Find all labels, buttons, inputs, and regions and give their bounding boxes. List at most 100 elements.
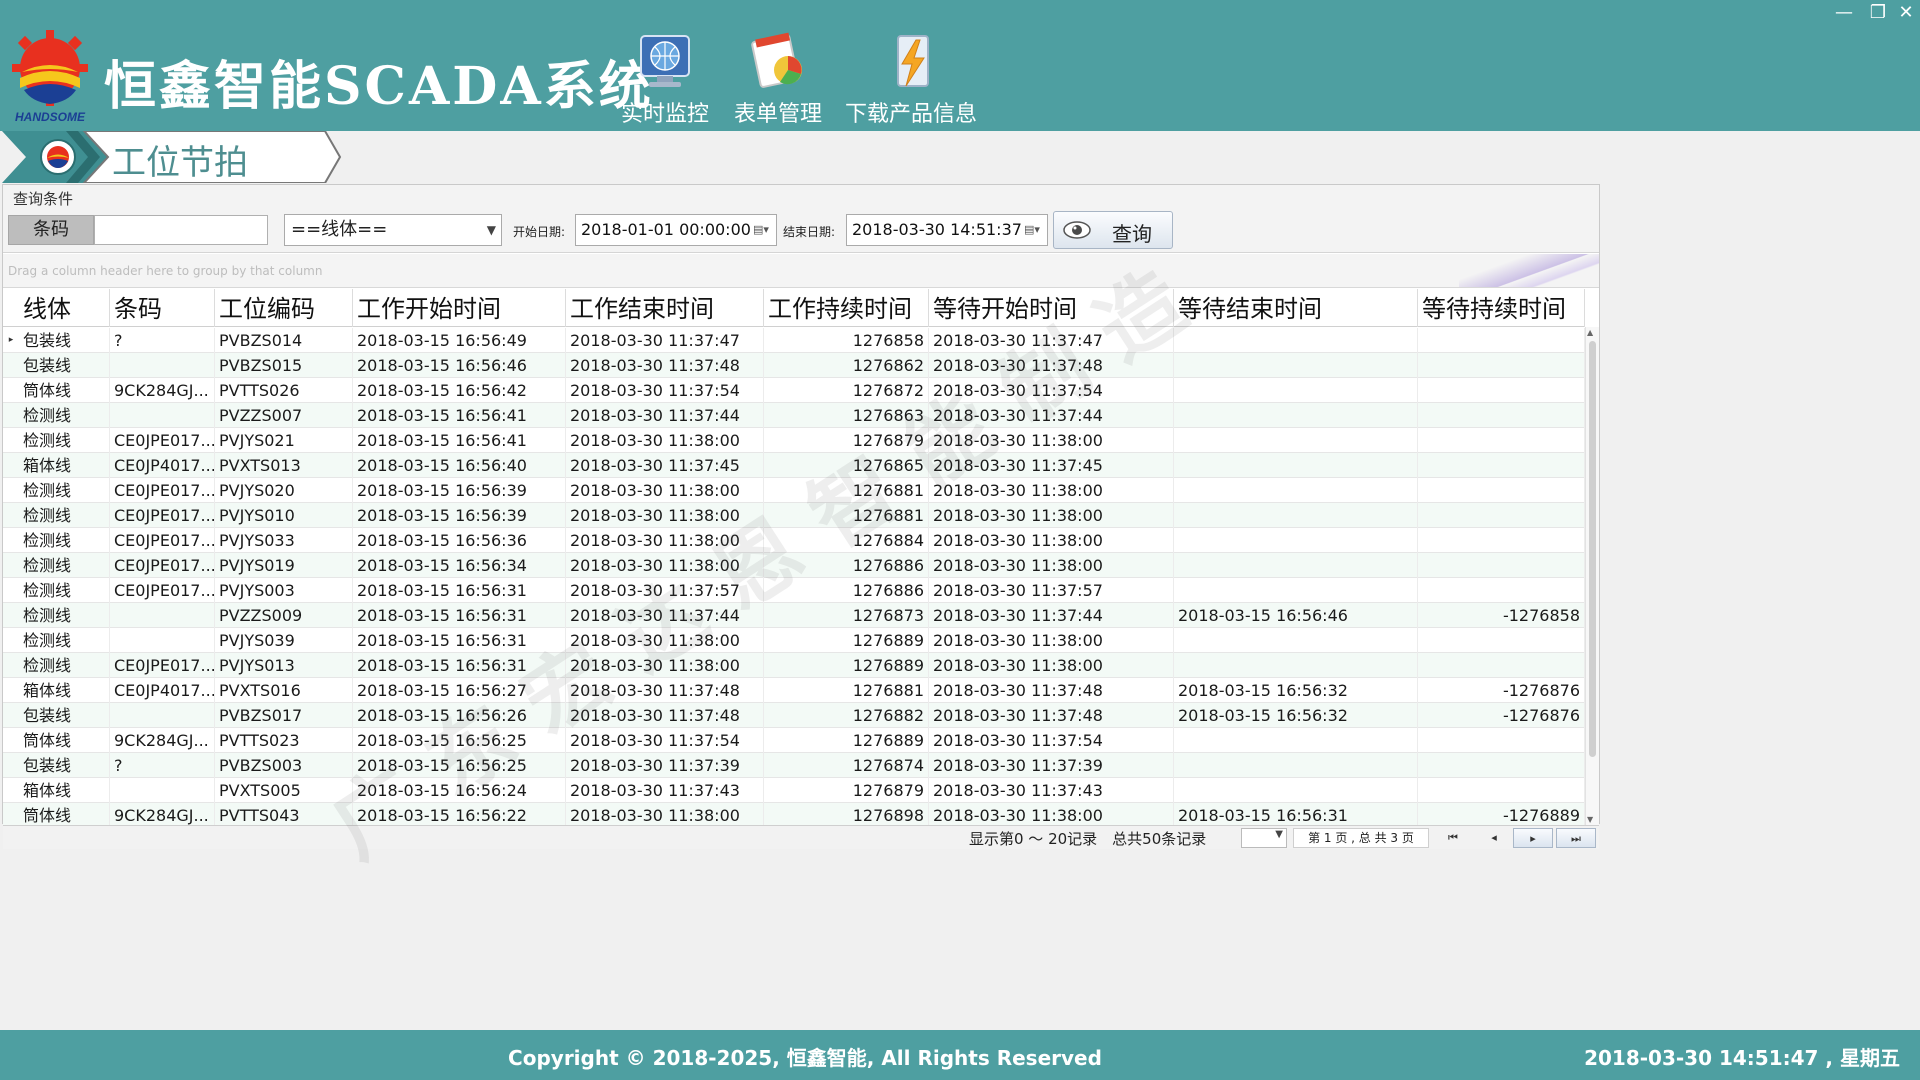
table-cell[interactable]: 1276886 [764,553,929,578]
table-cell[interactable]: 1276886 [764,578,929,603]
table-cell[interactable]: 2018-03-30 11:38:00 [566,653,764,678]
table-cell[interactable]: 包装线 [19,353,110,378]
table-cell[interactable]: 2018-03-15 16:56:24 [353,778,566,803]
table-cell[interactable] [1418,453,1585,478]
prev-page-button[interactable]: ◂ [1474,828,1514,848]
table-cell[interactable]: 2018-03-30 11:37:43 [929,778,1174,803]
table-cell[interactable] [1174,453,1418,478]
table-row[interactable]: 检测线 CE0JPE017... PVJYS033 2018-03-15 16:56:… [3,528,1585,553]
table-cell[interactable]: 1276884 [764,528,929,553]
table-cell[interactable]: 1276873 [764,603,929,628]
table-cell[interactable]: 检测线 [19,403,110,428]
table-cell[interactable]: 包装线 [19,753,110,778]
table-cell[interactable] [1174,378,1418,403]
barcode-input[interactable] [94,215,268,245]
table-cell[interactable]: 箱体线 [19,678,110,703]
close-button[interactable]: ✕ [1894,2,1918,23]
table-cell[interactable]: 2018-03-30 11:37:44 [929,403,1174,428]
table-cell[interactable] [1174,753,1418,778]
table-cell[interactable]: 2018-03-15 16:56:42 [353,378,566,403]
table-cell[interactable] [1174,528,1418,553]
table-cell[interactable]: 2018-03-30 11:38:00 [929,553,1174,578]
table-cell[interactable]: PVTTS043 [215,803,353,825]
scroll-thumb[interactable] [1589,341,1596,757]
column-header[interactable]: 工作开始时间 [353,289,566,327]
table-cell[interactable] [1418,628,1585,653]
table-cell[interactable]: 2018-03-15 16:56:32 [1174,678,1418,703]
table-cell[interactable]: 2018-03-15 16:56:41 [353,403,566,428]
table-cell[interactable]: 2018-03-15 16:56:49 [353,328,566,353]
group-panel-hint[interactable]: Drag a column header here to group by th… [3,254,1599,288]
table-cell[interactable]: 1276889 [764,653,929,678]
table-cell[interactable]: PVBZS003 [215,753,353,778]
next-page-button[interactable]: ▸ [1513,828,1553,848]
nav-download-product-info[interactable]: 下载产品信息 [845,32,977,127]
table-cell[interactable] [1418,403,1585,428]
table-cell[interactable]: 筒体线 [19,378,110,403]
table-cell[interactable]: PVXTS013 [215,453,353,478]
table-row[interactable]: 检测线 PVZZS009 2018-03-15 16:56:31 2018-03-30… [3,603,1585,628]
scroll-down-icon[interactable]: ▼ [1587,815,1593,824]
table-cell[interactable]: 1276863 [764,403,929,428]
table-cell[interactable]: 2018-03-15 16:56:26 [353,703,566,728]
table-cell[interactable]: 2018-03-30 11:37:44 [566,603,764,628]
table-cell[interactable]: 2018-03-30 11:37:48 [929,678,1174,703]
table-row[interactable]: 检测线 CE0JPE017... PVJYS019 2018-03-15 16:56:… [3,553,1585,578]
table-cell[interactable]: 2018-03-15 16:56:22 [353,803,566,825]
table-cell[interactable]: 1276881 [764,503,929,528]
table-cell[interactable]: 1276881 [764,678,929,703]
table-cell[interactable]: 2018-03-30 11:37:48 [929,703,1174,728]
table-row[interactable]: ▸ 包装线? PVBZS014 2018-03-15 16:56:49 2018-03-… [3,328,1585,353]
table-cell[interactable]: 2018-03-30 11:37:44 [929,603,1174,628]
table-cell[interactable]: 1276882 [764,703,929,728]
table-cell[interactable]: 2018-03-30 11:37:57 [929,578,1174,603]
table-cell[interactable] [110,403,215,428]
table-cell[interactable]: 2018-03-30 11:38:00 [566,428,764,453]
vertical-scrollbar[interactable]: ▲ ▼ [1585,327,1599,825]
table-cell[interactable]: 9CK284GJ... [110,378,215,403]
column-header[interactable]: 等待开始时间 [929,289,1174,327]
table-cell[interactable] [1418,478,1585,503]
calendar-dropdown-icon[interactable]: ▤▾ [1024,222,1044,238]
table-cell[interactable]: -1276876 [1418,703,1585,728]
table-cell[interactable]: PVTTS026 [215,378,353,403]
column-header[interactable]: 线体 [19,289,110,327]
table-cell[interactable]: 2018-03-30 11:38:00 [566,803,764,825]
table-cell[interactable]: 2018-03-15 16:56:41 [353,428,566,453]
nav-form-management[interactable]: 表单管理 [713,32,843,127]
table-cell[interactable]: 2018-03-30 11:37:48 [929,353,1174,378]
table-cell[interactable]: 包装线 [19,328,110,353]
table-row[interactable]: 检测线 CE0JPE017... PVJYS020 2018-03-15 16:56:… [3,478,1585,503]
table-cell[interactable]: 9CK284GJ... [110,803,215,825]
table-row[interactable]: 筒体线 9CK284GJ... PVTTS026 2018-03-15 16:56:4… [3,378,1585,403]
table-cell[interactable]: 2018-03-30 11:37:54 [566,378,764,403]
table-cell[interactable]: 检测线 [19,578,110,603]
table-cell[interactable]: ? [110,753,215,778]
table-cell[interactable]: 2018-03-30 11:37:45 [929,453,1174,478]
table-cell[interactable]: 检测线 [19,428,110,453]
table-row[interactable]: 包装线 PVBZS015 2018-03-15 16:56:46 2018-03-30… [3,353,1585,378]
table-cell[interactable]: 2018-03-30 11:38:00 [929,478,1174,503]
table-cell[interactable]: PVJYS033 [215,528,353,553]
table-cell[interactable]: CE0JP4017... [110,453,215,478]
table-cell[interactable]: 2018-03-15 16:56:39 [353,478,566,503]
table-cell[interactable]: CE0JP4017... [110,678,215,703]
table-cell[interactable]: 2018-03-30 11:38:00 [929,503,1174,528]
table-cell[interactable]: CE0JPE017... [110,578,215,603]
nav-realtime-monitor[interactable]: 实时监控 [600,32,730,127]
scroll-up-icon[interactable]: ▲ [1587,328,1593,337]
table-cell[interactable] [1174,478,1418,503]
table-cell[interactable]: CE0JPE017... [110,503,215,528]
table-cell[interactable]: 检测线 [19,553,110,578]
table-cell[interactable]: PVTTS023 [215,728,353,753]
table-cell[interactable]: PVJYS021 [215,428,353,453]
table-cell[interactable]: 1276858 [764,328,929,353]
table-cell[interactable]: PVBZS014 [215,328,353,353]
table-cell[interactable] [1418,553,1585,578]
table-cell[interactable] [1418,378,1585,403]
table-cell[interactable]: PVJYS019 [215,553,353,578]
table-cell[interactable] [1418,353,1585,378]
column-header[interactable]: 等待持续时间 [1418,289,1585,327]
table-row[interactable]: 包装线 PVBZS017 2018-03-15 16:56:26 2018-03-30… [3,703,1585,728]
table-cell[interactable]: 1276862 [764,353,929,378]
